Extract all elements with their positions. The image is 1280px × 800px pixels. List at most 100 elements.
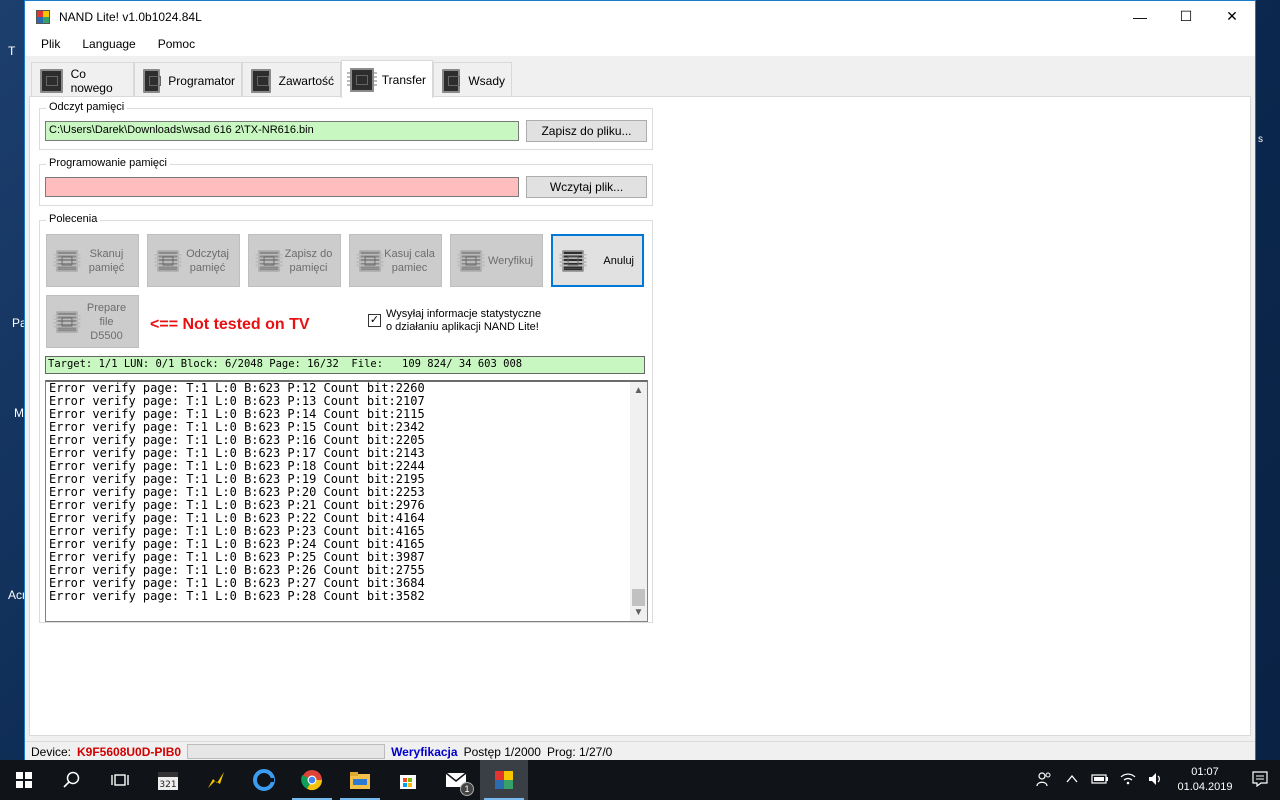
- desktop-fragment: M: [14, 406, 24, 420]
- write-memory-button[interactable]: Zapisz do pamięci: [248, 234, 341, 287]
- commands-group: Polecenia Skanuj pamięć Odczytaj pamięć Za…: [39, 213, 653, 623]
- app-icon: [36, 9, 50, 24]
- tab-programator[interactable]: Programator: [134, 62, 242, 98]
- tab-co-nowego[interactable]: Co nowego: [31, 62, 134, 98]
- maximize-button[interactable]: ☐: [1163, 1, 1209, 32]
- log-scrollbar[interactable]: ▲ ▼: [630, 382, 647, 621]
- prog-value: Prog: 1/27/0: [546, 744, 613, 759]
- verify-button[interactable]: Weryfikuj: [450, 234, 543, 287]
- desktop-fragment: T: [8, 44, 16, 58]
- btn-line: Kasuj cala: [384, 247, 435, 260]
- btn-line: Weryfikuj: [487, 254, 534, 267]
- title-bar[interactable]: NAND Lite! v1.0b1024.84L — ☐ ✕: [25, 1, 1255, 32]
- not-tested-warning: <== Not tested on TV: [150, 316, 310, 333]
- system-tray: 01:07 01.04.2019: [1030, 760, 1280, 800]
- tab-transfer[interactable]: Transfer: [341, 60, 433, 98]
- btn-line: pamięć: [88, 261, 125, 274]
- clock-time: 01:07: [1191, 766, 1219, 778]
- read-path-value: C:\Users\Darek\Downloads\wsad 616 2\TX-N…: [49, 124, 314, 136]
- chip-icon: [53, 310, 81, 333]
- device-label: Device:: [31, 744, 72, 759]
- chip-icon: [37, 68, 67, 93]
- status-progress-bar: [187, 744, 386, 759]
- save-to-file-button[interactable]: Zapisz do pliku...: [526, 120, 647, 142]
- status-bar: Device: K9F5608U0D-PIB0 Weryfikacja Post…: [25, 741, 1255, 761]
- menu-pomoc[interactable]: Pomoc: [147, 37, 206, 51]
- tab-label: Zawartość: [278, 73, 334, 88]
- btn-line: pamięci: [289, 261, 328, 274]
- read-path-field[interactable]: C:\Users\Darek\Downloads\wsad 616 2\TX-N…: [45, 121, 519, 141]
- edge-icon[interactable]: [240, 760, 288, 800]
- windows-start-icon[interactable]: [0, 760, 48, 800]
- log-lines: Error verify page: T:1 L:0 B:623 P:12 Co…: [49, 382, 425, 603]
- progress-value: Postęp 1/2000: [463, 744, 541, 759]
- desktop-fragment: s: [1258, 134, 1263, 145]
- battery-icon[interactable]: [1086, 772, 1114, 788]
- tab-label: Transfer: [381, 72, 426, 87]
- program-memory-group: Programowanie pamięci Wczytaj plik...: [39, 157, 653, 206]
- chip-icon: [457, 249, 485, 272]
- wifi-icon[interactable]: [1114, 772, 1142, 789]
- log-box[interactable]: Error verify page: T:1 L:0 B:623 P:12 Co…: [45, 380, 648, 622]
- chrome-icon[interactable]: [288, 760, 336, 800]
- load-file-button[interactable]: Wczytaj plik...: [526, 176, 647, 198]
- read-memory-button[interactable]: Odczytaj pamięć: [147, 234, 240, 287]
- notifications-icon[interactable]: [1240, 770, 1280, 790]
- btn-line: pamiec: [391, 261, 428, 274]
- prepare-file-button[interactable]: Prepare file D5500: [46, 295, 139, 348]
- store-icon[interactable]: [384, 760, 432, 800]
- people-icon[interactable]: [1030, 771, 1058, 790]
- device-value: K9F5608U0D-PIB0: [77, 744, 182, 759]
- chevron-up-icon[interactable]: [1058, 772, 1086, 788]
- stats-checkbox[interactable]: ✓: [368, 314, 381, 327]
- btn-line: pamięć: [189, 261, 226, 274]
- btn-line: D5500: [90, 329, 123, 342]
- group-label: Programowanie pamięci: [46, 157, 170, 169]
- volume-icon[interactable]: [1142, 772, 1170, 789]
- group-label: Polecenia: [46, 213, 101, 225]
- btn-line: Zapisz do: [284, 247, 333, 260]
- transfer-panel: Odczyt pamięci C:\Users\Darek\Downloads\…: [29, 96, 1251, 736]
- chip-icon: [139, 68, 171, 93]
- stats-line: o działaniu aplikacji NAND Lite!: [386, 321, 539, 333]
- nand-lite-icon[interactable]: [480, 760, 528, 800]
- chip-icon: [154, 249, 182, 272]
- transfer-progress-line: Target: 1/1 LUN: 0/1 Block: 6/2048 Page:…: [45, 356, 645, 374]
- btn-line: Prepare: [86, 301, 127, 314]
- calendar-app-icon[interactable]: 321: [144, 760, 192, 800]
- search-icon[interactable]: [48, 760, 96, 800]
- window-title: NAND Lite! v1.0b1024.84L: [59, 9, 202, 24]
- tab-strip: Co nowego Programator Zawartość Transfer…: [31, 60, 512, 98]
- close-button[interactable]: ✕: [1209, 1, 1255, 32]
- stats-checkbox-label: Wysyłaj informacje statystyczne o działa…: [386, 308, 541, 334]
- mail-icon[interactable]: 1: [432, 760, 480, 800]
- minimize-button[interactable]: —: [1117, 1, 1163, 32]
- tab-label: Wsady: [468, 73, 505, 88]
- task-view-icon[interactable]: [96, 760, 144, 800]
- stats-line: Wysyłaj informacje statystyczne: [386, 308, 542, 320]
- app-window: NAND Lite! v1.0b1024.84L — ☐ ✕ Plik Lang…: [24, 0, 1256, 761]
- chip-icon: [438, 68, 470, 93]
- read-memory-group: Odczyt pamięci C:\Users\Darek\Downloads\…: [39, 101, 653, 150]
- scroll-down-icon[interactable]: ▼: [630, 604, 647, 621]
- clock[interactable]: 01:07 01.04.2019: [1170, 765, 1240, 795]
- chip-icon: [356, 249, 384, 272]
- erase-memory-button[interactable]: Kasuj cala pamiec: [349, 234, 442, 287]
- file-explorer-icon[interactable]: [336, 760, 384, 800]
- menu-plik[interactable]: Plik: [25, 37, 71, 51]
- btn-line: Anuluj: [603, 254, 634, 267]
- cancel-button[interactable]: Anuluj: [551, 234, 644, 287]
- chip-icon: [53, 249, 81, 272]
- log-line: Error verify page: T:1 L:0 B:623 P:28 Co…: [49, 589, 425, 603]
- scan-memory-button[interactable]: Skanuj pamięć: [46, 234, 139, 287]
- program-path-field[interactable]: [45, 177, 519, 197]
- sketch-app-icon[interactable]: [192, 760, 240, 800]
- tab-zawartosc[interactable]: Zawartość: [242, 62, 341, 98]
- group-label: Odczyt pamięci: [46, 101, 128, 113]
- scroll-up-icon[interactable]: ▲: [630, 382, 647, 399]
- menu-language[interactable]: Language: [71, 37, 146, 51]
- menu-bar: Plik Language Pomoc: [25, 32, 1255, 56]
- tab-wsady[interactable]: Wsady: [433, 62, 512, 98]
- btn-line: file: [99, 315, 114, 328]
- btn-line: Skanuj: [89, 247, 124, 260]
